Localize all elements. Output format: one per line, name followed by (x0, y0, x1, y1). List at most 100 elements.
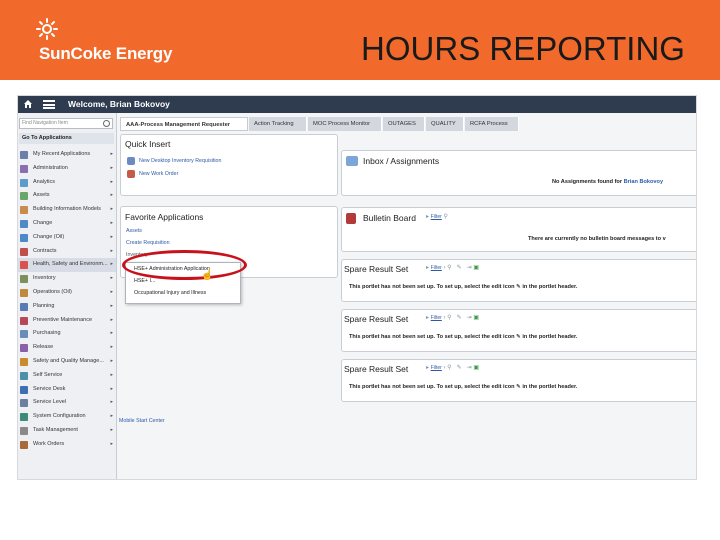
start-center-tab[interactable]: OUTAGES (383, 117, 425, 131)
chevron-right-icon: ▸ (110, 164, 113, 171)
start-center-tab[interactable]: RCFA Process (465, 117, 519, 131)
result-set-message-text: This portlet has not been set up. To set… (349, 384, 515, 390)
result-set-title: Spare Result Set (344, 264, 409, 274)
search-icon[interactable]: ⚲ (447, 265, 451, 271)
search-icon[interactable]: ⚲ (443, 214, 447, 220)
nav-item-icon (20, 344, 28, 353)
sidebar-nav-item[interactable]: Release ▸ (18, 341, 116, 355)
filter-link[interactable]: Filter (431, 214, 442, 220)
nav-item-icon (20, 288, 28, 297)
bulletin-board-title: Bulletin Board (363, 213, 416, 223)
app-screenshot: Welcome, Brian Bokovoy Find Navigation I… (17, 95, 697, 480)
sidebar-nav-item[interactable]: Inventory ▸ (18, 272, 116, 286)
refresh-icon[interactable]: ▣ (473, 265, 479, 271)
chevron-right-icon: ▸ (110, 413, 113, 420)
favorite-app-link[interactable]: Assets (126, 228, 142, 234)
edit-pencil-icon: ✎ (516, 284, 521, 290)
hamburger-menu-icon[interactable] (43, 100, 55, 109)
sidebar-nav-item[interactable]: Assets ▸ (18, 189, 116, 203)
nav-item-icon (20, 164, 28, 173)
inbox-title: Inbox / Assignments (363, 156, 440, 166)
sidebar-nav-item[interactable]: Building Information Models ▸ (18, 203, 116, 217)
sidebar-nav-item[interactable]: Analytics ▸ (18, 176, 116, 190)
inbox-assignments-panel: Inbox / Assignments No Assignments found… (341, 150, 696, 196)
nav-item-icon (20, 399, 28, 408)
inbox-message-text: No Assignments found for (552, 179, 623, 185)
bulletin-pin-icon (346, 213, 356, 224)
nav-item-label: System Configuration (33, 413, 86, 420)
nav-item-icon (20, 192, 28, 201)
filter-icon[interactable]: ▸ (426, 265, 429, 271)
sidebar-nav-item[interactable]: Planning ▸ (18, 300, 116, 314)
filter-link[interactable]: Filter (431, 265, 442, 271)
sidebar-nav-item[interactable]: Contracts ▸ (18, 245, 116, 259)
refresh-icon[interactable]: ▣ (473, 315, 479, 321)
sidebar-nav-item[interactable]: Purchasing ▸ (18, 327, 116, 341)
nav-item-icon (20, 371, 28, 380)
home-icon[interactable] (23, 99, 33, 109)
nav-search-input[interactable]: Find Navigation Item (19, 118, 113, 129)
quick-insert-link[interactable]: New Desktop Inventory Requisition (139, 158, 221, 164)
bulletin-toolbar: ▸ Filter ⚲ (426, 213, 448, 220)
filter-icon[interactable]: ▸ (426, 365, 429, 371)
filter-icon[interactable]: ▸ (426, 315, 429, 321)
sidebar-nav-item[interactable]: Service Level ▸ (18, 396, 116, 410)
export-icon[interactable]: ⇥ (467, 265, 472, 271)
sidebar-nav-item[interactable]: Work Orders ▸ (18, 438, 116, 452)
chevron-right-icon: ▸ (110, 316, 113, 323)
nav-item-label: Purchasing (33, 330, 61, 337)
result-set-message: This portlet has not been set up. To set… (349, 284, 577, 290)
edit-icon[interactable]: ✎ (457, 365, 462, 371)
quick-insert-link[interactable]: New Work Order (139, 171, 178, 177)
chevron-right-icon: ▸ (110, 302, 113, 309)
sidebar-nav-item[interactable]: Change ▸ (18, 217, 116, 231)
filter-link[interactable]: Filter (431, 315, 442, 321)
navigation-sidebar: Find Navigation Item Go To Applications … (18, 113, 117, 479)
edit-icon[interactable]: ✎ (457, 315, 462, 321)
nav-item-icon (20, 357, 28, 366)
sidebar-nav-item[interactable]: Health, Safety and Environm... ▸ (18, 258, 116, 273)
sidebar-nav-item[interactable]: Task Management ▸ (18, 424, 116, 438)
sidebar-nav-item[interactable]: My Recent Applications ▸ (18, 148, 116, 162)
result-set-message-text: This portlet has not been set up. To set… (349, 284, 515, 290)
search-icon[interactable]: ⚲ (447, 365, 451, 371)
start-center-tab[interactable]: Action Tracking (249, 117, 307, 131)
chevron-right-icon: ▸ (110, 426, 113, 433)
bulletin-board-panel: Bulletin Board ▸ Filter ⚲ There are curr… (341, 207, 696, 252)
start-center-tab[interactable]: MOC Process Monitor (308, 117, 382, 131)
nav-item-label: My Recent Applications (33, 151, 91, 157)
dropdown-item[interactable]: HSE+ I... (134, 278, 155, 284)
nav-item-label: Task Management (33, 426, 78, 433)
sidebar-nav-item[interactable]: Change (Oil) ▸ (18, 231, 116, 245)
favorite-app-link[interactable]: Create Requisition (126, 240, 170, 246)
mobile-start-center-link[interactable]: Mobile Start Center (119, 418, 165, 424)
refresh-icon[interactable]: ▣ (473, 365, 479, 371)
document-icon (127, 157, 135, 165)
filter-icon[interactable]: ▸ (426, 214, 429, 220)
search-icon[interactable] (103, 120, 110, 127)
chevron-right-icon: ▸ (110, 385, 113, 392)
chevron-right-icon[interactable]: › (443, 315, 445, 321)
sidebar-nav-item[interactable]: Safety and Quality Manage... ▸ (18, 355, 116, 369)
sidebar-nav-item[interactable]: System Configuration ▸ (18, 410, 116, 424)
dropdown-item[interactable]: Occupational Injury and Illness (134, 290, 206, 296)
chevron-right-icon: ▸ (110, 275, 113, 282)
filter-link[interactable]: Filter (431, 365, 442, 371)
sidebar-nav-item[interactable]: Operations (Oil) ▸ (18, 286, 116, 300)
export-icon[interactable]: ⇥ (467, 365, 472, 371)
start-center-tab[interactable]: QUALITY (426, 117, 464, 131)
sidebar-nav-item[interactable]: Administration ▸ (18, 162, 116, 176)
edit-icon[interactable]: ✎ (457, 265, 462, 271)
chevron-right-icon[interactable]: › (443, 365, 445, 371)
result-set-message: This portlet has not been set up. To set… (349, 334, 577, 340)
go-to-applications-header[interactable]: Go To Applications (19, 133, 114, 144)
search-icon[interactable]: ⚲ (447, 315, 451, 321)
sidebar-nav-item[interactable]: Self Service ▸ (18, 369, 116, 383)
sidebar-nav-item[interactable]: Service Desk ▸ (18, 383, 116, 397)
start-center-tab[interactable]: AAA-Process Management Requester (120, 117, 248, 131)
chevron-right-icon[interactable]: › (443, 265, 445, 271)
quick-insert-panel: Quick Insert New Desktop Inventory Requi… (120, 134, 338, 196)
sidebar-nav-item[interactable]: Preventive Maintenance ▸ (18, 314, 116, 328)
export-icon[interactable]: ⇥ (467, 315, 472, 321)
nav-item-label: Assets (33, 192, 50, 199)
